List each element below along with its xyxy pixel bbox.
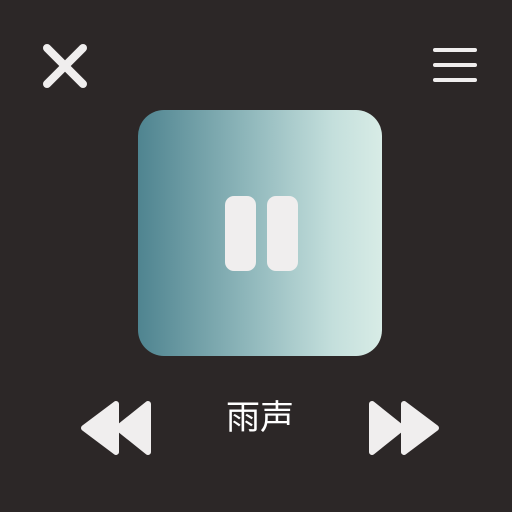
music-player-screen: 雨声: [0, 0, 512, 512]
fast-forward-button[interactable]: [366, 400, 442, 456]
close-button[interactable]: [40, 42, 90, 90]
pause-button[interactable]: [222, 193, 302, 273]
hamburger-menu-icon: [433, 48, 477, 82]
menu-button[interactable]: [430, 44, 480, 86]
rewind-icon: [81, 401, 151, 455]
close-icon: [43, 44, 87, 88]
track-title: 雨声: [226, 398, 294, 438]
pause-icon: [225, 196, 298, 271]
fast-forward-icon: [369, 401, 439, 455]
rewind-button[interactable]: [78, 400, 154, 456]
